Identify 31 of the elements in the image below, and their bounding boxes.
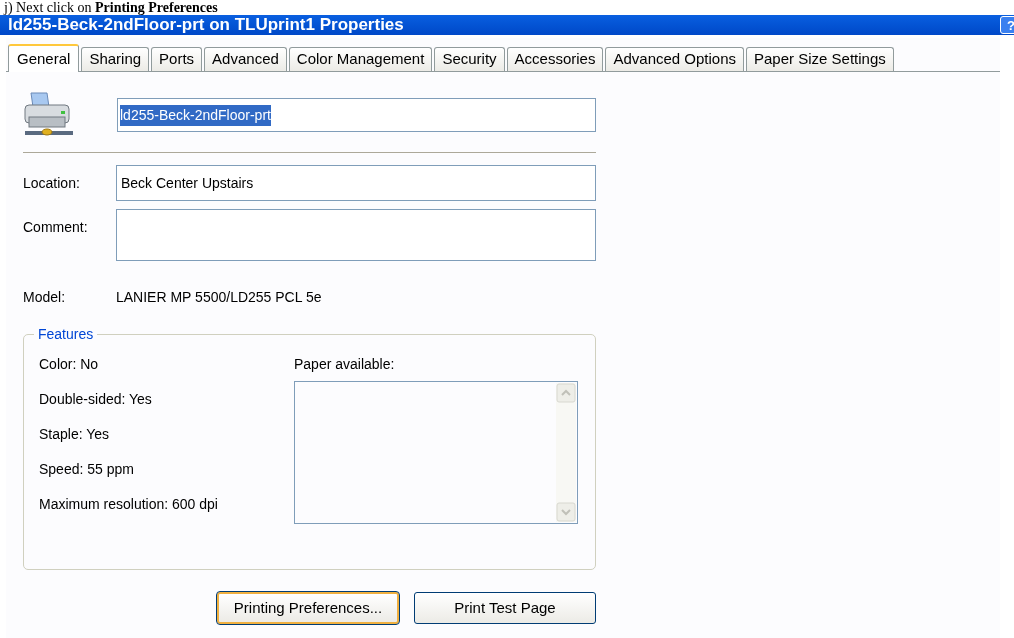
tab[interactable]: Color Management [288,47,433,71]
scroll-down-icon[interactable] [556,502,576,522]
feature-text: Double-sided: Yes [39,390,153,409]
scroll-up-icon[interactable] [556,383,576,403]
tab[interactable]: Accessories [506,47,604,71]
tab[interactable]: Ports [151,47,203,71]
model-label: Model: [23,288,67,307]
dialog-button[interactable]: Print Test Page [414,592,596,624]
model-value: LANIER MP 5500/LD255 PCL 5e [116,288,322,307]
tab[interactable]: Advanced [204,47,287,71]
tab[interactable]: Security [434,47,505,71]
dialog-button[interactable]: Printing Preferences... [217,592,399,624]
help-button[interactable]: ? [1000,16,1014,34]
document-heading: j) Next click on Printing Preferences [2,0,219,15]
tab[interactable]: Sharing [81,47,150,71]
window-title: ld255-Beck-2ndFloor-prt on TLUprint1 Properties [8,15,404,35]
printer-name-field[interactable]: ld255-Beck-2ndFloor-prt [117,98,596,132]
field-label: Comment: [23,218,89,237]
location-field[interactable]: Beck Center Upstairs [116,165,596,201]
feature-text: Speed: 55 ppm [39,460,135,479]
feature-text: Maximum resolution: 600 dpi [39,495,219,514]
paper-list[interactable] [294,381,578,524]
comment-field[interactable] [116,209,596,261]
paper-label: Paper available: [294,355,396,374]
feature-text: Staple: Yes [39,425,111,444]
tab[interactable]: Paper Size Settings [746,47,894,71]
feature-text: Color: No [39,355,100,374]
tab[interactable]: Advanced Options [605,47,744,71]
tab[interactable]: General [8,44,80,72]
field-label: Location: [23,174,81,193]
printer-icon [23,91,73,139]
